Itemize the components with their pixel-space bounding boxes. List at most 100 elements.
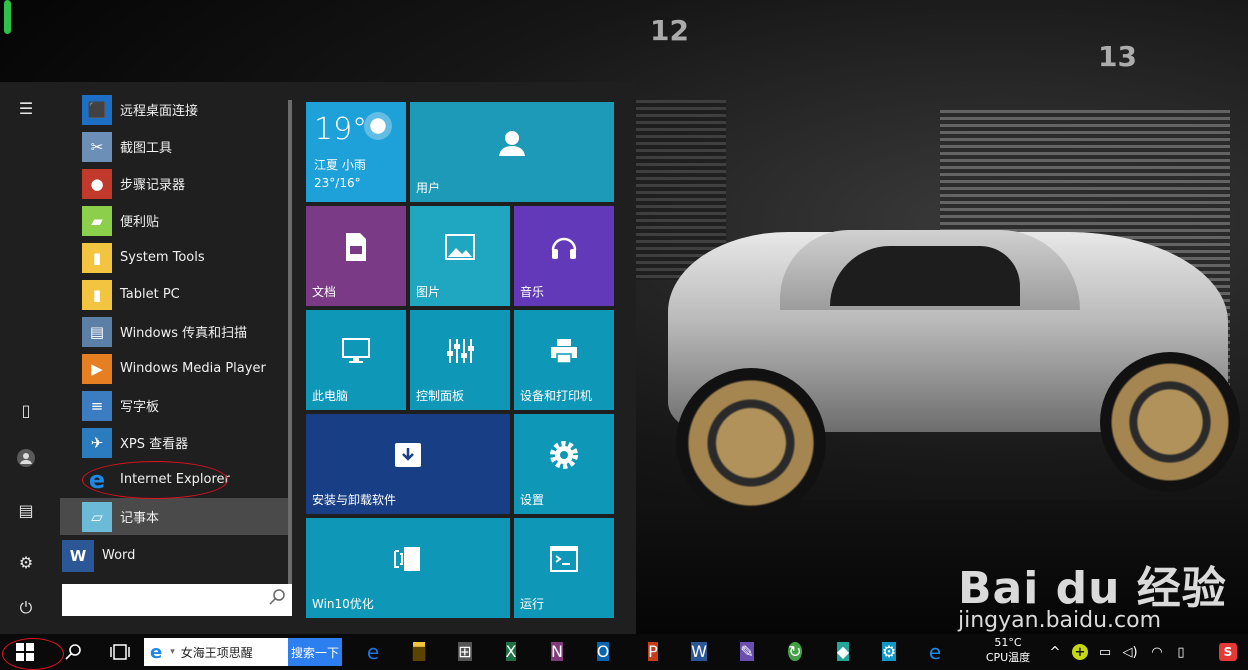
taskbar-app-word[interactable]: W — [684, 634, 714, 669]
ie-search-icon: e — [150, 641, 163, 663]
app-fax-scan[interactable]: ▤ Windows 传真和扫描 — [82, 313, 288, 350]
taskbar-app-file-explorer[interactable]: ▆ — [404, 634, 434, 669]
media-player-icon: ▶ — [82, 353, 112, 384]
power-icon[interactable]: ⏻ — [12, 594, 40, 622]
app-media-player[interactable]: ▶ Windows Media Player — [82, 350, 288, 387]
search-icon[interactable] — [268, 588, 288, 608]
outlook-icon: O — [596, 642, 610, 661]
taskbar-app-outlook[interactable]: O — [588, 634, 618, 669]
taskbar-app-edge[interactable]: e — [358, 634, 388, 669]
taskbar-app-excel[interactable]: X — [496, 634, 526, 669]
app-label: 便利贴 — [120, 215, 160, 230]
documents-tile[interactable]: 文档 — [306, 206, 406, 306]
gear-icon — [514, 414, 614, 496]
taskbar-app-powerpoint[interactable]: P — [638, 634, 668, 669]
dropdown-arrow-icon[interactable]: ▾ — [170, 647, 175, 657]
app-list-scrollbar[interactable] — [288, 100, 292, 590]
run-tile[interactable]: 运行 — [514, 518, 614, 618]
onenote-icon: N — [551, 642, 563, 661]
taskbar-app-green[interactable]: ↻ — [780, 634, 810, 669]
snipping-tool-icon: ✂ — [82, 131, 112, 162]
internet-explorer-icon: e — [928, 639, 942, 664]
headphones-icon — [514, 206, 614, 288]
app-label: 步骤记录器 — [120, 178, 186, 193]
settings-gear-icon[interactable]: ⚙ — [12, 548, 40, 576]
start-search-box[interactable] — [62, 584, 292, 616]
gear-icon: ⚙ — [881, 642, 897, 661]
music-tile[interactable]: 音乐 — [514, 206, 614, 306]
wifi-icon[interactable]: ◠ — [1148, 640, 1166, 664]
app-wordpad[interactable]: ≡ 写字板 — [82, 387, 288, 424]
xps-viewer-icon: ✈ — [82, 427, 112, 458]
app-label: System Tools — [120, 250, 205, 265]
cpu-temp-value: 51°C — [994, 636, 1022, 649]
app-remote-desktop[interactable]: ⬛ 远程桌面连接 — [82, 91, 288, 128]
app-steps-recorder[interactable]: ● 步骤记录器 — [82, 165, 288, 202]
sliders-icon — [410, 310, 510, 392]
tile-label: 运行 — [520, 597, 545, 611]
app-sticky-notes[interactable]: ▰ 便利贴 — [82, 202, 288, 239]
app-list: ⬛ 远程桌面连接 ✂ 截图工具 ● 步骤记录器 ▰ 便利贴 ▮ System T… — [50, 82, 288, 634]
security-icon[interactable]: + — [1070, 640, 1090, 664]
install-uninstall-tile[interactable]: 安装与卸载软件 — [306, 414, 510, 514]
taskbar-app-onenote[interactable]: N — [542, 634, 572, 669]
word-icon: W — [691, 642, 707, 661]
baidu-watermark-url: jingyan.baidu.com — [958, 608, 1162, 633]
user-icon — [410, 102, 614, 184]
this-pc-tile[interactable]: 此电脑 — [306, 310, 406, 410]
bay-number-right: 13 — [1098, 40, 1137, 73]
app-notepad[interactable]: ▱ 记事本 — [60, 498, 288, 535]
tile-label: 音乐 — [520, 285, 545, 299]
app-word[interactable]: W Word — [62, 537, 288, 574]
user-tile[interactable]: 用户 — [410, 102, 614, 202]
file-explorer-icon[interactable]: ▤ — [12, 496, 40, 524]
bay-number-left: 12 — [650, 14, 689, 47]
battery-icon[interactable]: ▭ — [1096, 640, 1114, 664]
tray-chevron-icon[interactable]: ^ — [1046, 640, 1064, 664]
app-label: Windows Media Player — [120, 361, 266, 376]
tile-label: 设备和打印机 — [520, 389, 593, 403]
task-view-icon[interactable] — [104, 634, 136, 669]
app-tablet-pc[interactable]: ▮ Tablet PC — [82, 276, 288, 313]
run-icon — [514, 518, 614, 600]
tile-label: Win10优化 — [312, 597, 374, 611]
picture-icon — [410, 206, 510, 288]
tile-label: 用户 — [416, 181, 441, 195]
tablet-mode-icon[interactable]: ▯ — [12, 396, 40, 424]
app-system-tools[interactable]: ▮ System Tools — [82, 239, 288, 276]
taskbar-app-store[interactable]: ⊞ — [450, 634, 480, 669]
settings-tile[interactable]: 设置 — [514, 414, 614, 514]
taskbar-app-ie[interactable]: e — [920, 634, 950, 669]
win10-optimize-tile[interactable]: Win10优化 — [306, 518, 510, 618]
app-label: Word — [102, 548, 136, 563]
taskbar-search-button[interactable]: 搜索一下 — [288, 638, 342, 666]
pictures-tile[interactable]: 图片 — [410, 206, 510, 306]
weather-tile[interactable]: 19° 江夏 小雨 23°/16° — [306, 102, 406, 202]
user-account-icon[interactable] — [12, 444, 40, 472]
remote-desktop-icon: ⬛ — [82, 94, 112, 125]
photo-icon: ◆ — [836, 642, 850, 661]
taskbar-web-search[interactable]: e ▾ 女海王项思醒 — [144, 638, 288, 666]
car-rear-wheel — [1100, 352, 1240, 492]
hamburger-menu-icon[interactable]: ☰ — [12, 94, 40, 122]
cpu-temp-widget[interactable]: 51°C CPU温度 — [976, 635, 1040, 669]
folder-icon: ▆ — [412, 642, 426, 661]
notepad-icon: ▱ — [82, 501, 112, 532]
sogou-ime-icon[interactable]: S — [1218, 640, 1238, 664]
taskbar-app-photo[interactable]: ◆ — [828, 634, 858, 669]
control-panel-tile[interactable]: 控制面板 — [410, 310, 510, 410]
devices-printers-tile[interactable]: 设备和打印机 — [514, 310, 614, 410]
taskbar-search-text: 女海王项思醒 — [180, 645, 253, 660]
folder-icon: ▮ — [82, 279, 112, 310]
volume-icon[interactable]: ◁) — [1120, 640, 1140, 664]
app-label: 远程桌面连接 — [120, 104, 199, 119]
excel-icon: X — [505, 642, 517, 661]
corner-slider-handle[interactable] — [4, 0, 11, 34]
app-snipping-tool[interactable]: ✂ 截图工具 — [82, 128, 288, 165]
app-xps-viewer[interactable]: ✈ XPS 查看器 — [82, 424, 288, 461]
taskbar-app-paint[interactable]: ✎ — [732, 634, 762, 669]
monitor-tray-icon[interactable]: ▯ — [1172, 640, 1190, 664]
folder-icon: ▮ — [82, 242, 112, 273]
taskbar-app-settings[interactable]: ⚙ — [874, 634, 904, 669]
start-search-input[interactable] — [62, 584, 269, 614]
